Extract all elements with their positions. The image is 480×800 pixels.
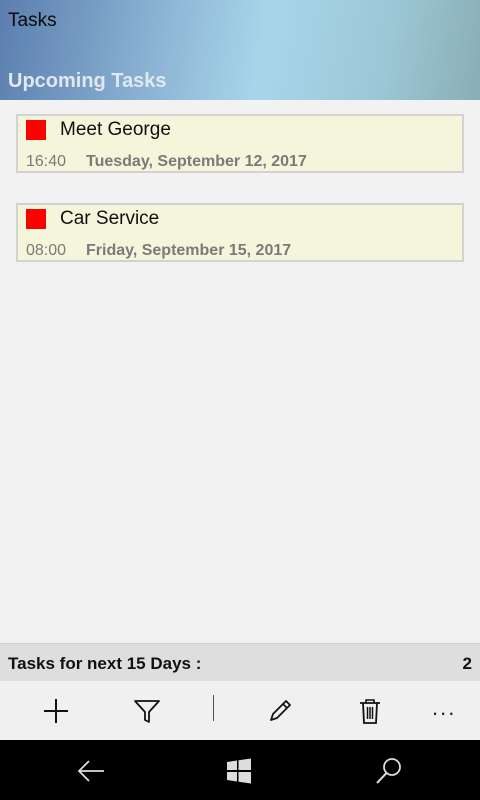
delete-icon bbox=[360, 699, 380, 724]
summary-bar: Tasks for next 15 Days : 2 bbox=[0, 643, 480, 681]
task-item[interactable]: Car Service 08:00 Friday, September 15, … bbox=[16, 203, 464, 262]
add-button[interactable] bbox=[38, 693, 74, 729]
summary-label: Tasks for next 15 Days : bbox=[8, 654, 202, 673]
task-list: Meet George 16:40 Tuesday, September 12,… bbox=[16, 114, 464, 292]
start-button[interactable] bbox=[223, 756, 255, 786]
app-bar: ... bbox=[0, 681, 480, 740]
task-title: Meet George bbox=[60, 119, 171, 140]
back-icon bbox=[77, 760, 104, 782]
back-button[interactable] bbox=[75, 756, 107, 786]
header: Tasks Upcoming Tasks bbox=[0, 0, 480, 100]
task-date: Friday, September 15, 2017 bbox=[86, 242, 292, 259]
section-title: Upcoming Tasks bbox=[8, 70, 167, 92]
summary-count: 2 bbox=[462, 654, 472, 673]
windows-start-icon bbox=[227, 758, 251, 784]
add-icon bbox=[44, 699, 68, 723]
search-icon bbox=[376, 758, 401, 784]
task-color-marker bbox=[26, 120, 46, 140]
search-button[interactable] bbox=[373, 756, 405, 786]
system-nav-bar bbox=[0, 740, 480, 800]
task-date: Tuesday, September 12, 2017 bbox=[86, 153, 307, 170]
delete-button[interactable] bbox=[352, 693, 388, 729]
filter-button[interactable] bbox=[129, 693, 165, 729]
app-title: Tasks bbox=[8, 10, 57, 31]
app-bar-separator bbox=[213, 695, 214, 721]
task-item[interactable]: Meet George 16:40 Tuesday, September 12,… bbox=[16, 114, 464, 173]
filter-icon bbox=[134, 700, 160, 723]
task-time: 08:00 bbox=[26, 242, 67, 259]
task-color-marker bbox=[26, 209, 46, 229]
more-options-button[interactable]: ... bbox=[432, 695, 456, 721]
edit-button[interactable] bbox=[262, 693, 298, 729]
task-title: Car Service bbox=[60, 208, 160, 229]
edit-icon bbox=[270, 700, 291, 721]
task-time: 16:40 bbox=[26, 153, 67, 170]
